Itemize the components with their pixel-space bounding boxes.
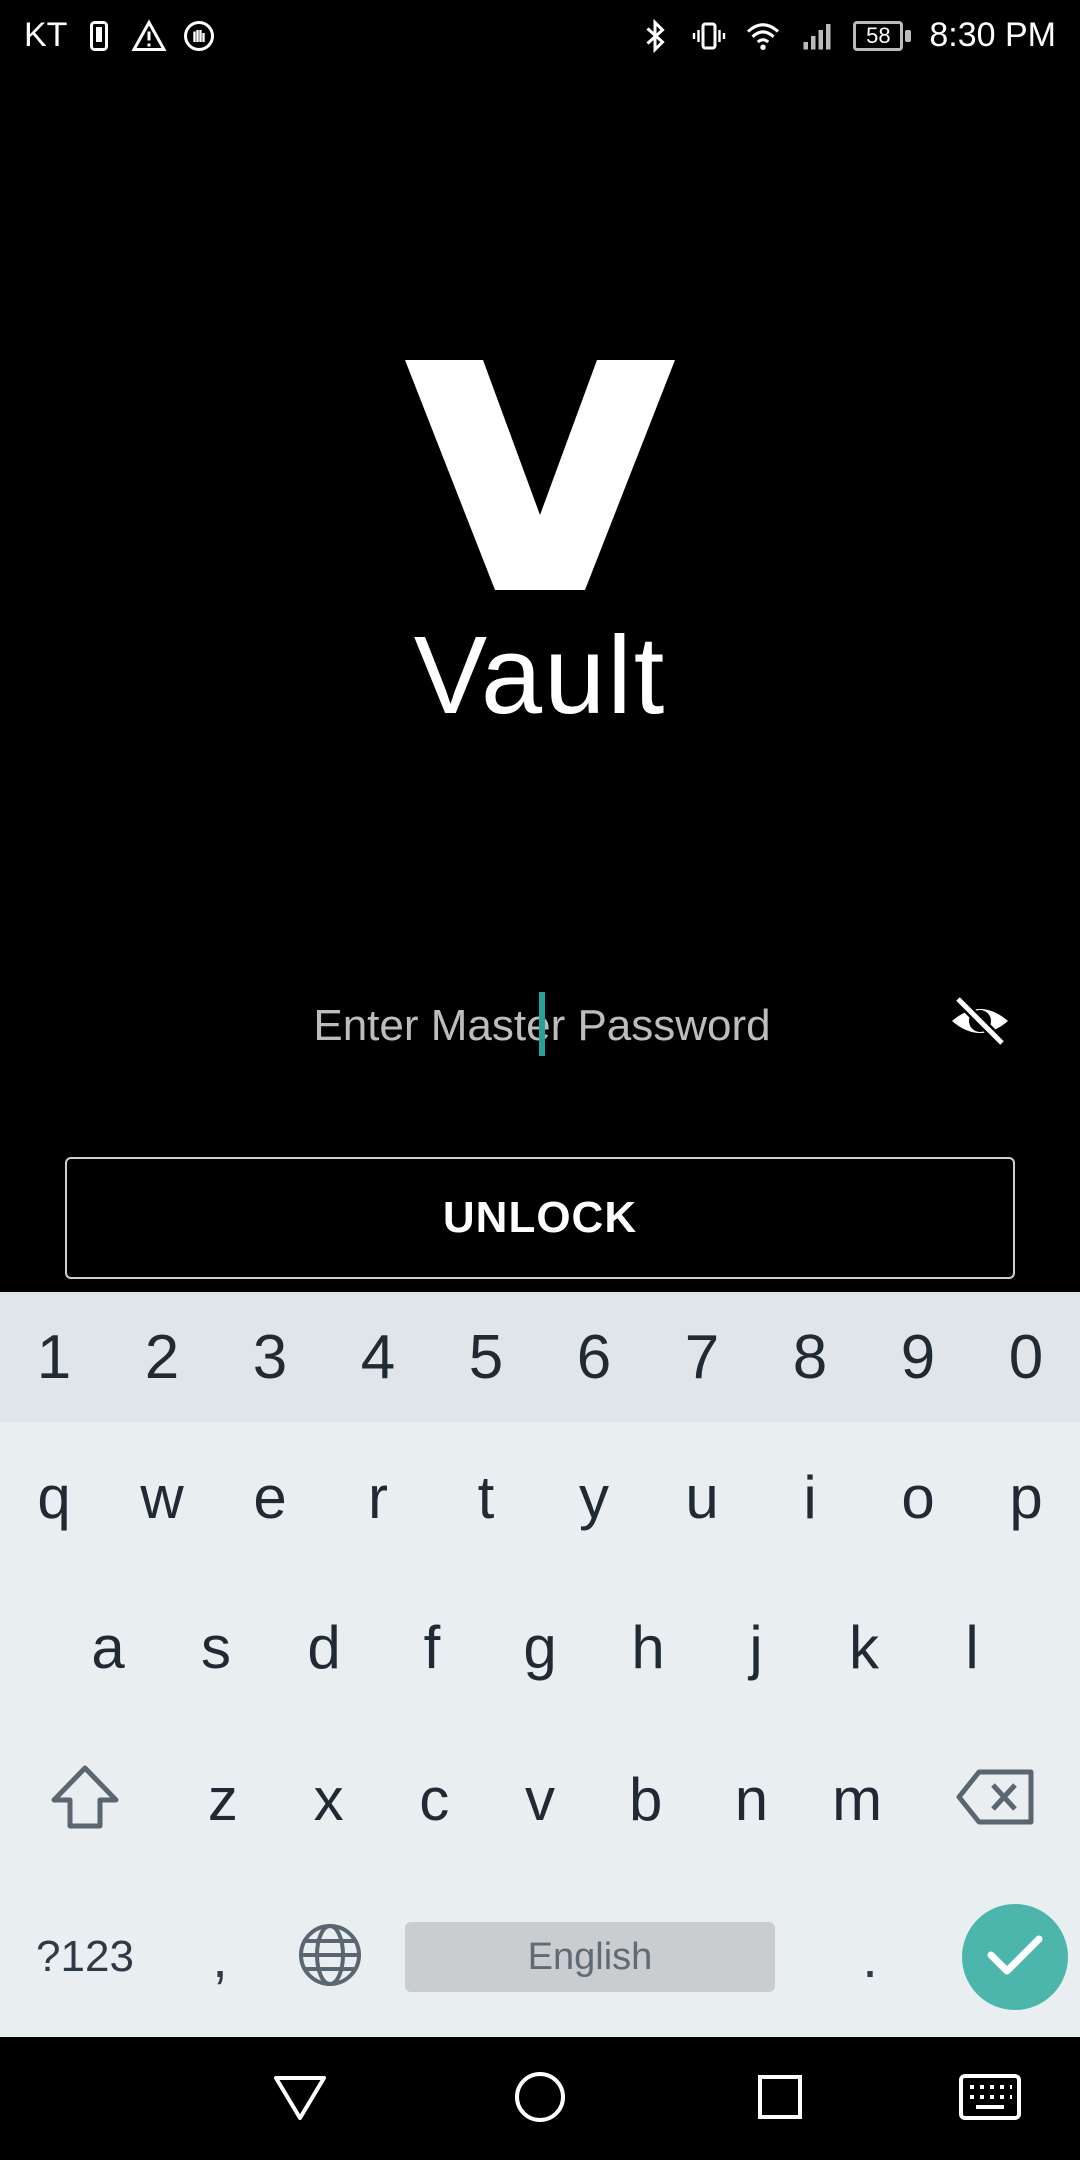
symbols-key[interactable]: ?123 <box>0 1877 170 2037</box>
keyboard-icon <box>958 2073 1022 2126</box>
key-i[interactable]: i <box>756 1422 864 1572</box>
shift-key[interactable] <box>0 1722 170 1877</box>
keyboard-switch-button[interactable] <box>950 2059 1030 2139</box>
comma-key[interactable]: , <box>170 1877 270 2037</box>
enter-key-container <box>950 1877 1080 2037</box>
key-6[interactable]: 6 <box>540 1292 648 1422</box>
key-x[interactable]: x <box>276 1722 382 1877</box>
key-2[interactable]: 2 <box>108 1292 216 1422</box>
key-7[interactable]: 7 <box>648 1292 756 1422</box>
home-icon <box>512 2069 568 2130</box>
key-l[interactable]: l <box>918 1572 1026 1722</box>
soft-keyboard: 1 2 3 4 5 6 7 8 9 0 q w e r t y u i o p … <box>0 1292 1080 2037</box>
app-logo <box>0 360 1080 595</box>
key-t[interactable]: t <box>432 1422 540 1572</box>
eye-off-icon <box>948 994 1012 1052</box>
key-m[interactable]: m <box>804 1722 910 1877</box>
battery-level: 58 <box>866 22 891 48</box>
key-1[interactable]: 1 <box>0 1292 108 1422</box>
enter-key[interactable] <box>962 1904 1068 2010</box>
key-w[interactable]: w <box>108 1422 216 1572</box>
hand-icon <box>181 18 217 54</box>
letter-row-1: q w e r t y u i o p <box>0 1422 1080 1572</box>
warning-icon <box>131 18 168 54</box>
key-n[interactable]: n <box>699 1722 805 1877</box>
wifi-icon <box>745 18 781 54</box>
key-8[interactable]: 8 <box>756 1292 864 1422</box>
navigation-bar <box>0 2037 1080 2160</box>
v-logo-icon <box>405 360 675 590</box>
carrier-label: KT <box>24 16 68 54</box>
backspace-icon <box>955 1768 1035 1831</box>
key-p[interactable]: p <box>972 1422 1080 1572</box>
status-bar-right: 58 8:30 PM <box>637 16 1056 55</box>
key-4[interactable]: 4 <box>324 1292 432 1422</box>
key-j[interactable]: j <box>702 1572 810 1722</box>
key-z[interactable]: z <box>170 1722 276 1877</box>
key-a[interactable]: a <box>54 1572 162 1722</box>
password-field-container <box>60 980 1024 1072</box>
key-o[interactable]: o <box>864 1422 972 1572</box>
letter-row-3: z x c v b n m <box>0 1722 1080 1877</box>
home-button[interactable] <box>500 2059 580 2139</box>
back-icon <box>272 2072 328 2127</box>
key-r[interactable]: r <box>324 1422 432 1572</box>
clock: 8:30 PM <box>929 16 1056 54</box>
recents-button[interactable] <box>740 2059 820 2139</box>
unlock-button[interactable]: UNLOCK <box>65 1157 1015 1279</box>
key-b[interactable]: b <box>593 1722 699 1877</box>
shift-icon <box>50 1764 120 1835</box>
key-g[interactable]: g <box>486 1572 594 1722</box>
back-button[interactable] <box>260 2059 340 2139</box>
battery-icon: 58 <box>853 19 912 53</box>
letter-row-2: a s d f g h j k l <box>54 1572 1026 1722</box>
key-d[interactable]: d <box>270 1572 378 1722</box>
recents-icon <box>755 2072 805 2127</box>
key-h[interactable]: h <box>594 1572 702 1722</box>
key-v[interactable]: v <box>487 1722 593 1877</box>
key-f[interactable]: f <box>378 1572 486 1722</box>
space-key[interactable]: English <box>405 1922 775 1992</box>
checkmark-icon <box>987 1933 1043 1982</box>
period-key[interactable]: . <box>790 1877 950 2037</box>
status-bar: KT 58 8:30 PM <box>0 0 1080 72</box>
signal-icon <box>799 18 835 54</box>
key-y[interactable]: y <box>540 1422 648 1572</box>
phone-icon <box>81 18 117 54</box>
key-k[interactable]: k <box>810 1572 918 1722</box>
globe-icon <box>297 1922 363 1993</box>
text-caret <box>539 992 545 1056</box>
status-bar-left: KT <box>24 16 217 55</box>
key-0[interactable]: 0 <box>972 1292 1080 1422</box>
key-s[interactable]: s <box>162 1572 270 1722</box>
toggle-password-visibility-button[interactable] <box>940 988 1020 1058</box>
language-key[interactable] <box>270 1877 390 2037</box>
key-q[interactable]: q <box>0 1422 108 1572</box>
backspace-key[interactable] <box>910 1722 1080 1877</box>
bluetooth-icon <box>637 18 673 54</box>
bottom-row: ?123 , English . <box>0 1877 1080 2037</box>
key-e[interactable]: e <box>216 1422 324 1572</box>
key-u[interactable]: u <box>648 1422 756 1572</box>
space-key-container: English <box>390 1877 790 2037</box>
app-name: Vault <box>413 614 667 737</box>
number-row: 1 2 3 4 5 6 7 8 9 0 <box>0 1292 1080 1422</box>
vibrate-icon <box>691 18 727 54</box>
key-3[interactable]: 3 <box>216 1292 324 1422</box>
key-9[interactable]: 9 <box>864 1292 972 1422</box>
key-c[interactable]: c <box>381 1722 487 1877</box>
key-5[interactable]: 5 <box>432 1292 540 1422</box>
